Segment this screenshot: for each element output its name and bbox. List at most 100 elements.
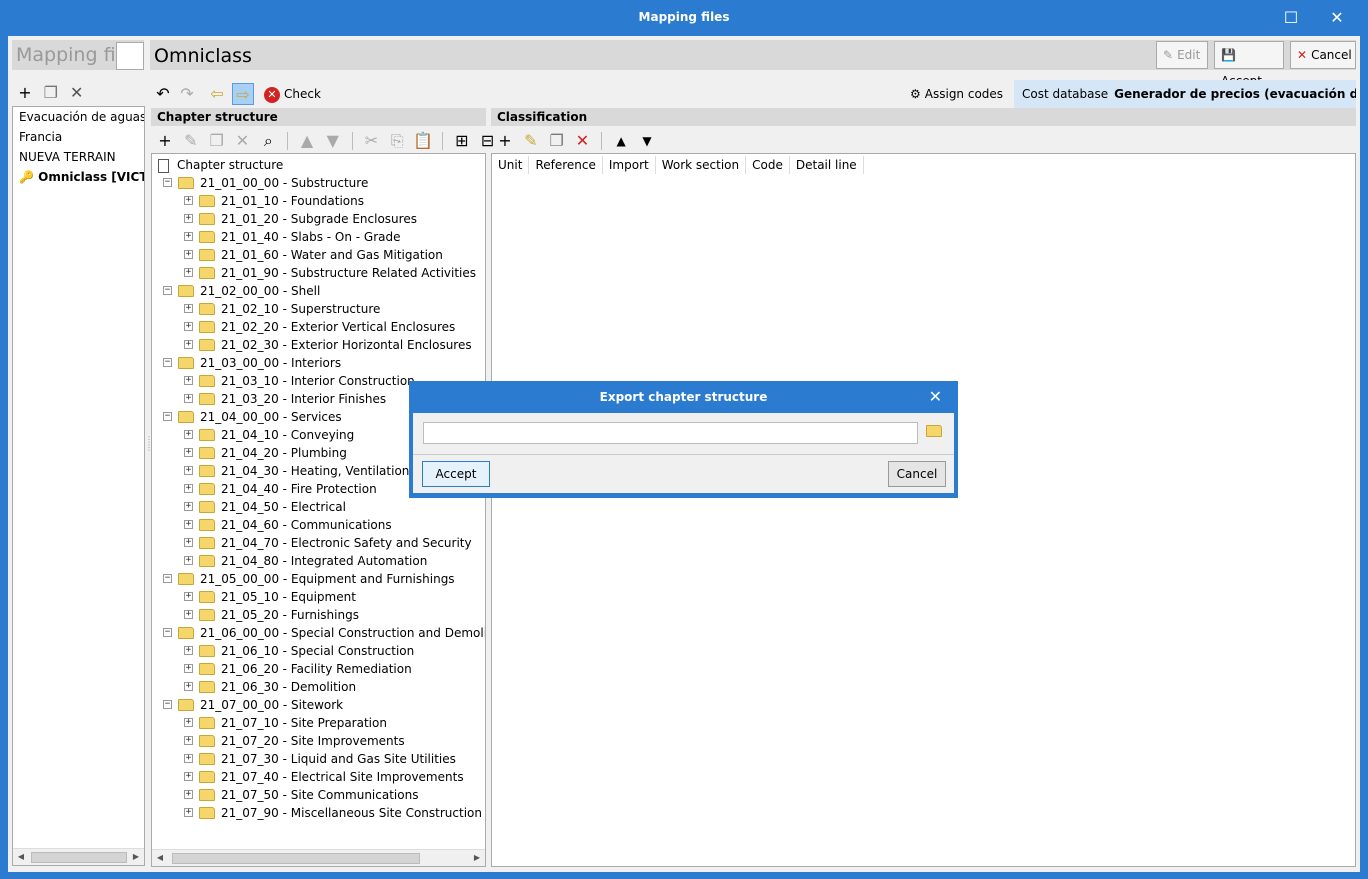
tree-group[interactable]: − 21_07_00_00 - Sitework: [163, 696, 343, 714]
collapse-toggle-icon[interactable]: −: [163, 574, 172, 583]
add-icon[interactable]: +: [154, 130, 176, 152]
tree-item[interactable]: +21_07_10 - Site Preparation: [184, 714, 387, 732]
expand-toggle-icon[interactable]: +: [184, 304, 193, 313]
list-item[interactable]: Francia: [13, 127, 144, 147]
tree-item[interactable]: +21_04_50 - Electrical: [184, 498, 346, 516]
column-header[interactable]: Reference: [529, 156, 603, 174]
expand-toggle-icon[interactable]: +: [184, 502, 193, 511]
tree-item[interactable]: +21_06_20 - Facility Remediation: [184, 660, 412, 678]
collapse-toggle-icon[interactable]: −: [163, 700, 172, 709]
list-item[interactable]: NUEVA TERRAIN: [13, 147, 144, 167]
expand-toggle-icon[interactable]: +: [184, 322, 193, 331]
expand-toggle-icon[interactable]: +: [184, 808, 193, 817]
tree-item[interactable]: +21_04_30 - Heating, Ventilation, and: [184, 462, 440, 480]
search-icon[interactable]: ⌕: [257, 130, 279, 152]
expand-toggle-icon[interactable]: +: [184, 394, 193, 403]
tree-item[interactable]: +21_04_40 - Fire Protection: [184, 480, 377, 498]
expand-toggle-icon[interactable]: +: [184, 268, 193, 277]
copy-icon[interactable]: ❐: [40, 82, 62, 104]
delete-icon[interactable]: ✕: [66, 82, 88, 104]
expand-toggle-icon[interactable]: +: [184, 214, 193, 223]
expand-toggle-icon[interactable]: +: [184, 430, 193, 439]
move-down-icon[interactable]: ▼: [636, 130, 658, 152]
tree-group[interactable]: − 21_06_00_00 - Special Construction and …: [163, 624, 485, 642]
delete-icon[interactable]: ✕: [231, 130, 253, 152]
horizontal-scrollbar[interactable]: ◀ ▶: [152, 849, 485, 866]
tree-group[interactable]: − 21_01_00_00 - Substructure: [163, 174, 368, 192]
tree-item[interactable]: +21_02_20 - Exterior Vertical Enclosures: [184, 318, 455, 336]
tree-item[interactable]: +21_01_10 - Foundations: [184, 192, 364, 210]
edit-icon[interactable]: ✎: [520, 130, 542, 152]
list-item[interactable]: Evacuación de aguas: [13, 107, 144, 127]
tree-item[interactable]: +21_01_40 - Slabs - On - Grade: [184, 228, 401, 246]
move-up-icon[interactable]: ▲: [610, 130, 632, 152]
file-path-input[interactable]: [423, 422, 918, 444]
scroll-thumb[interactable]: [172, 853, 420, 864]
tree-root[interactable]: Chapter structure: [158, 156, 283, 174]
splitter-grip[interactable]: ⋮ ⋮: [145, 436, 153, 460]
tree-item[interactable]: +21_07_40 - Electrical Site Improvements: [184, 768, 464, 786]
browse-button[interactable]: [924, 422, 944, 444]
tree-item[interactable]: +21_07_50 - Site Communications: [184, 786, 418, 804]
column-header[interactable]: Work section: [656, 156, 747, 174]
accept-button[interactable]: 💾Accept: [1214, 41, 1284, 88]
expand-toggle-icon[interactable]: +: [184, 466, 193, 475]
expand-toggle-icon[interactable]: +: [184, 646, 193, 655]
scroll-thumb[interactable]: [31, 852, 127, 863]
collapse-toggle-icon[interactable]: −: [163, 358, 172, 367]
column-header[interactable]: Code: [746, 156, 790, 174]
tree-item[interactable]: +21_05_20 - Furnishings: [184, 606, 359, 624]
cancel-button[interactable]: ✕ Cancel: [1290, 41, 1356, 69]
scroll-right-icon[interactable]: ▶: [128, 849, 144, 865]
add-icon[interactable]: +: [494, 130, 516, 152]
tree-item[interactable]: +21_07_20 - Site Improvements: [184, 732, 405, 750]
tree-item[interactable]: +21_05_10 - Equipment: [184, 588, 356, 606]
expand-toggle-icon[interactable]: +: [184, 592, 193, 601]
expand-toggle-icon[interactable]: +: [184, 664, 193, 673]
expand-toggle-icon[interactable]: +: [184, 196, 193, 205]
expand-toggle-icon[interactable]: +: [184, 538, 193, 547]
expand-toggle-icon[interactable]: +: [184, 376, 193, 385]
tree-item[interactable]: +21_04_70 - Electronic Safety and Securi…: [184, 534, 472, 552]
copy-icon[interactable]: ⎘: [386, 130, 408, 152]
tree-group[interactable]: − 21_03_00_00 - Interiors: [163, 354, 341, 372]
expand-toggle-icon[interactable]: +: [184, 736, 193, 745]
edit-button[interactable]: ✎ Edit: [1156, 41, 1208, 69]
tree-group[interactable]: − 21_04_00_00 - Services: [163, 408, 342, 426]
add-icon[interactable]: +: [14, 82, 36, 104]
tree-item[interactable]: +21_03_10 - Interior Construction: [184, 372, 415, 390]
copy-icon[interactable]: ❐: [206, 130, 228, 152]
assign-codes-button[interactable]: ⚙ Assign codes: [910, 83, 1003, 105]
tree-item[interactable]: +21_01_20 - Subgrade Enclosures: [184, 210, 417, 228]
expand-toggle-icon[interactable]: +: [184, 556, 193, 565]
expand-toggle-icon[interactable]: +: [184, 718, 193, 727]
tree-group[interactable]: − 21_02_00_00 - Shell: [163, 282, 320, 300]
tree-item[interactable]: +21_06_30 - Demolition: [184, 678, 356, 696]
expand-toggle-icon[interactable]: +: [184, 484, 193, 493]
tree-group[interactable]: − 21_05_00_00 - Equipment and Furnishings: [163, 570, 455, 588]
scroll-left-icon[interactable]: ◀: [13, 849, 29, 865]
expand-toggle-icon[interactable]: +: [184, 610, 193, 619]
expand-toggle-icon[interactable]: +: [184, 790, 193, 799]
expand-toggle-icon[interactable]: +: [184, 448, 193, 457]
column-header[interactable]: Detail line: [790, 156, 864, 174]
close-icon[interactable]: ✕: [1322, 6, 1352, 30]
undo-icon[interactable]: ↶: [152, 83, 174, 105]
expand-toggle-icon[interactable]: +: [184, 754, 193, 763]
tree-item[interactable]: +21_06_10 - Special Construction: [184, 642, 414, 660]
tree-item[interactable]: +21_07_30 - Liquid and Gas Site Utilitie…: [184, 750, 456, 768]
scroll-right-icon[interactable]: ▶: [469, 850, 485, 866]
check-button[interactable]: ✕ Check: [264, 83, 321, 105]
tree-item[interactable]: +21_04_20 - Plumbing: [184, 444, 347, 462]
dialog-cancel-button[interactable]: Cancel: [888, 461, 946, 487]
tree-item[interactable]: +21_04_80 - Integrated Automation: [184, 552, 427, 570]
scroll-left-icon[interactable]: ◀: [152, 850, 168, 866]
dialog-accept-button[interactable]: Accept: [422, 461, 490, 487]
expand-all-icon[interactable]: ⊞: [451, 130, 473, 152]
tree-item[interactable]: +21_02_30 - Exterior Horizontal Enclosur…: [184, 336, 472, 354]
close-icon[interactable]: ✕: [929, 387, 942, 406]
move-up-icon[interactable]: ▲: [296, 130, 318, 152]
export-icon[interactable]: ⇨: [232, 83, 254, 105]
cost-database-field[interactable]: Cost database Generador de precios (evacu…: [1014, 80, 1356, 108]
expand-toggle-icon[interactable]: +: [184, 232, 193, 241]
